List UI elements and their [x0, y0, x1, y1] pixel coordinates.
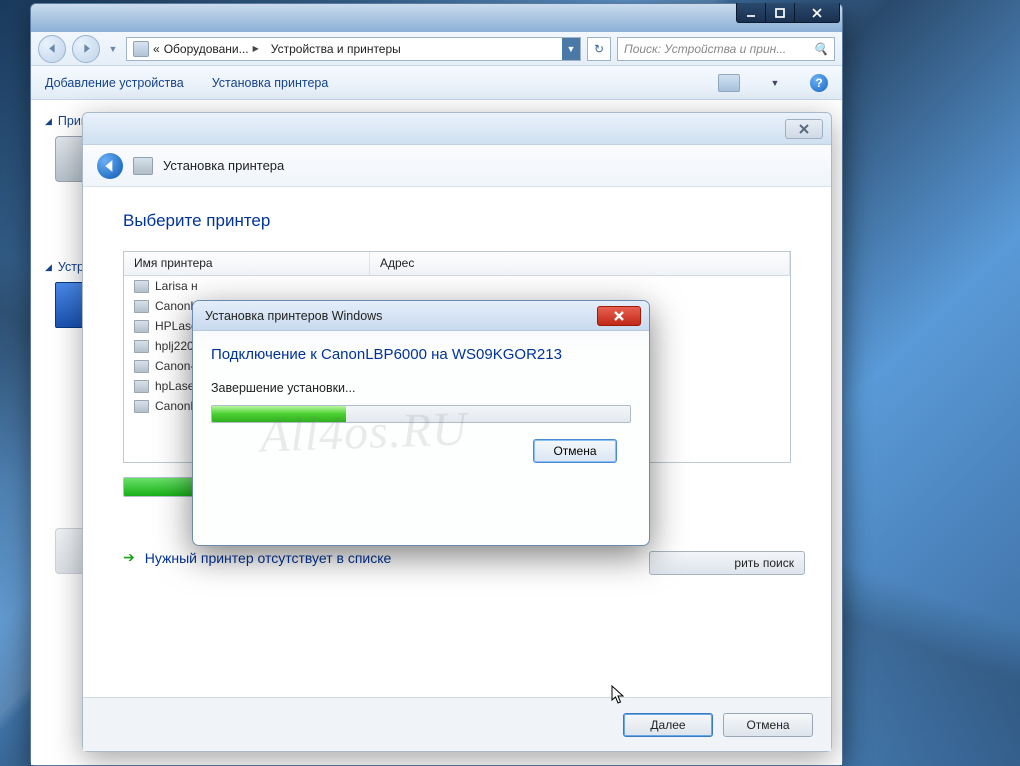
progress-bar	[211, 405, 631, 423]
add-device-command[interactable]: Добавление устройства	[45, 76, 184, 90]
wizard-titlebar[interactable]	[83, 113, 831, 145]
search-input[interactable]: Поиск: Устройства и прин... 🔍	[617, 37, 835, 61]
progress-titlebar[interactable]: Установка принтеров Windows	[193, 301, 649, 331]
command-toolbar: Добавление устройства Установка принтера…	[31, 66, 842, 100]
recent-chevron-icon[interactable]: ▼	[106, 35, 120, 63]
wizard-header: Установка принтера	[83, 145, 831, 187]
cancel-button[interactable]: Отмена	[723, 713, 813, 737]
navigation-bar: ▼ «Оборудовани...▶ Устройства и принтеры…	[31, 32, 842, 66]
column-printer-name[interactable]: Имя принтера	[124, 252, 370, 275]
arrow-right-icon: ➔	[123, 549, 135, 566]
view-mode-icon[interactable]	[718, 74, 740, 92]
progress-status: Завершение установки...	[211, 381, 631, 395]
progress-cancel-button[interactable]: Отмена	[533, 439, 617, 463]
list-item[interactable]: Larisa н	[124, 276, 790, 296]
printer-icon	[134, 400, 149, 413]
printer-icon	[134, 280, 149, 293]
progress-heading: Подключение к CanonLBP6000 на WS09KGOR21…	[211, 345, 631, 365]
printer-icon	[134, 380, 149, 393]
address-bar[interactable]: «Оборудовани...▶ Устройства и принтеры ▼	[126, 37, 581, 61]
window-controls	[737, 3, 840, 23]
search-placeholder: Поиск: Устройства и прин...	[624, 42, 786, 56]
printer-list-header: Имя принтера Адрес	[124, 252, 790, 276]
progress-title: Установка принтеров Windows	[205, 309, 382, 323]
wizard-footer: Далее Отмена	[83, 697, 831, 751]
wizard-close-button[interactable]	[785, 119, 823, 139]
printer-icon	[134, 360, 149, 373]
printer-icon	[134, 320, 149, 333]
printer-icon	[133, 157, 153, 175]
install-progress-dialog: Установка принтеров Windows Подключение …	[192, 300, 650, 546]
address-dropdown-icon[interactable]: ▼	[562, 38, 580, 60]
back-button[interactable]	[38, 35, 66, 63]
wizard-heading: Выберите принтер	[123, 211, 791, 231]
explorer-titlebar[interactable]	[31, 4, 842, 32]
progress-body: Подключение к CanonLBP6000 на WS09KGOR21…	[193, 331, 649, 463]
view-chevron-icon[interactable]: ▼	[768, 69, 782, 97]
maximize-button[interactable]	[765, 3, 795, 23]
refresh-button[interactable]: ↻	[587, 37, 611, 61]
printer-icon	[134, 340, 149, 353]
search-icon: 🔍	[813, 42, 828, 56]
breadcrumb-seg2[interactable]: Устройства и принтеры	[271, 42, 401, 56]
progress-bar-fill	[212, 406, 346, 422]
wizard-back-button[interactable]	[97, 153, 123, 179]
printer-icon	[134, 300, 149, 313]
hardware-icon	[133, 41, 149, 57]
minimize-button[interactable]	[736, 3, 766, 23]
close-button[interactable]	[794, 3, 840, 23]
install-printer-command[interactable]: Установка принтера	[212, 76, 329, 90]
breadcrumb-seg1[interactable]: Оборудовани...	[164, 42, 249, 56]
forward-button[interactable]	[72, 35, 100, 63]
wizard-header-label: Установка принтера	[163, 158, 284, 173]
help-icon[interactable]: ?	[810, 74, 828, 92]
progress-close-button[interactable]	[597, 306, 641, 326]
next-button[interactable]: Далее	[623, 713, 713, 737]
search-again-button[interactable]: рить поиск	[649, 551, 805, 575]
column-address[interactable]: Адрес	[370, 252, 790, 275]
